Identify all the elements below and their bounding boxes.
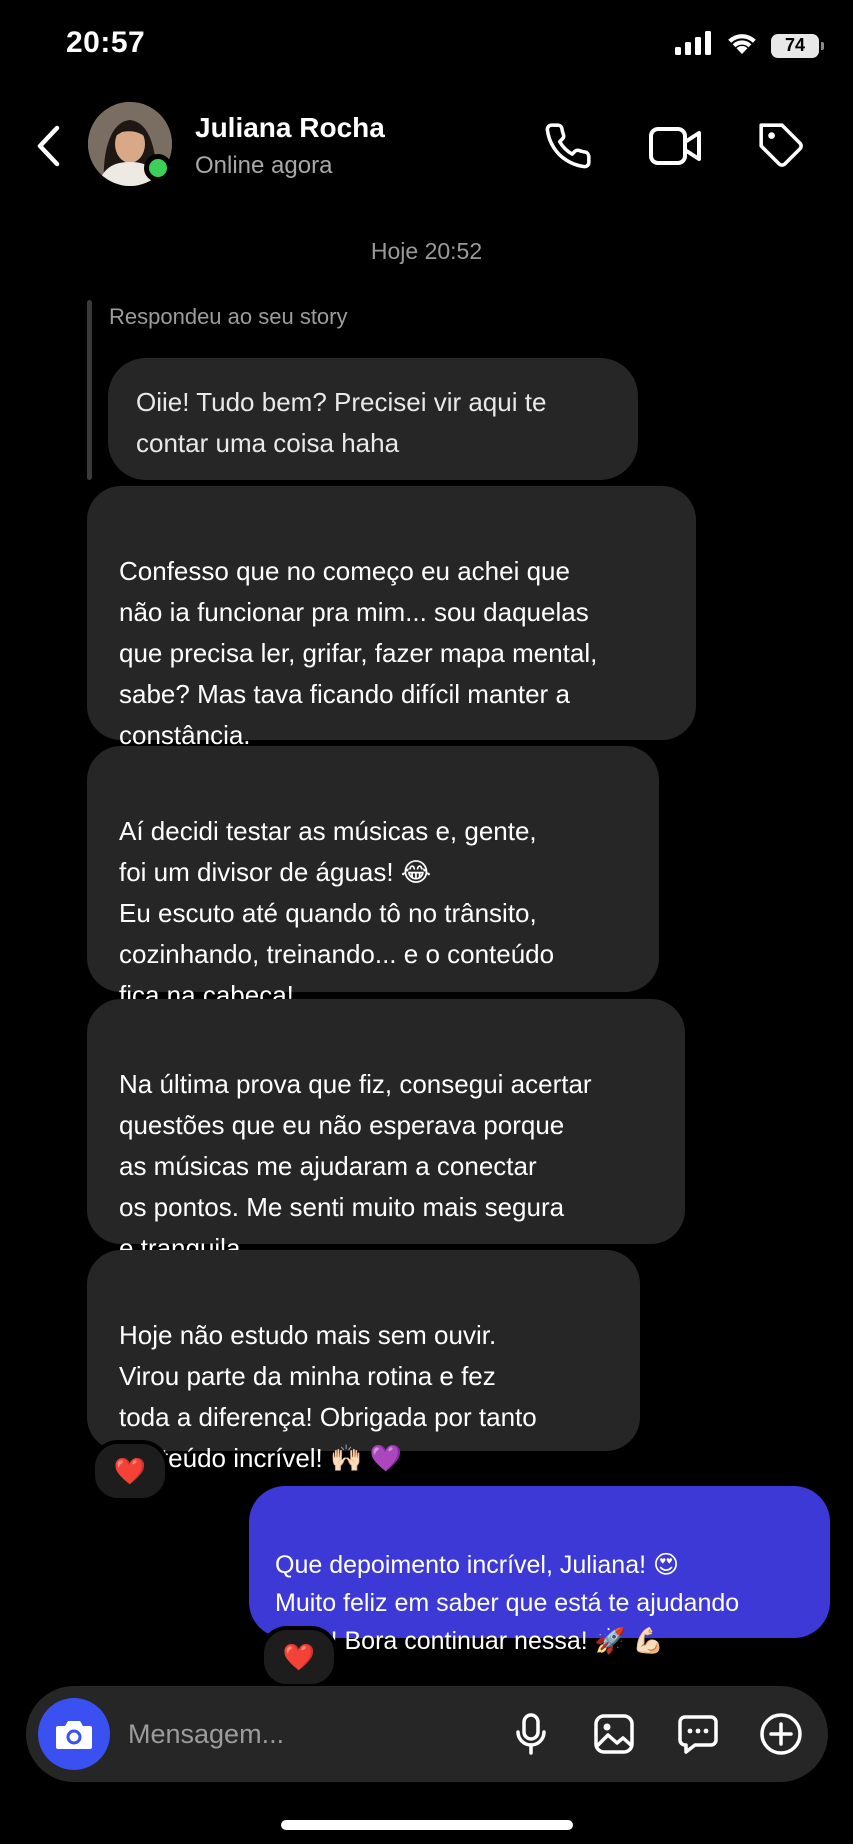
status-bar: 20:57 74 — [0, 0, 853, 90]
camera-button[interactable] — [38, 1698, 110, 1770]
chat-header: Juliana Rocha Online agora — [0, 100, 853, 190]
incoming-message[interactable]: Na última prova que fiz, consegui acerta… — [87, 999, 685, 1263]
message-text: Que depoimento incrível, Juliana! 😍 Muit… — [275, 1551, 740, 1655]
message-composer — [26, 1686, 828, 1782]
microphone-icon — [516, 1713, 546, 1755]
day-timestamp: Hoje 20:52 — [370, 238, 483, 264]
message-reaction[interactable]: ❤️ — [91, 1440, 169, 1502]
tag-button[interactable] — [754, 118, 810, 174]
add-button[interactable] — [755, 1708, 807, 1760]
heart-reaction-icon: ❤️ — [282, 1641, 316, 1672]
message-text: Hoje não estudo mais sem ouvir. Virou pa… — [119, 1320, 537, 1473]
back-button[interactable] — [28, 122, 68, 170]
cellular-signal-icon — [675, 31, 713, 60]
message-reaction[interactable]: ❤️ — [260, 1626, 338, 1688]
image-icon — [594, 1714, 634, 1754]
message-text: Confesso que no começo eu achei que não … — [119, 556, 598, 750]
outgoing-message[interactable]: Que depoimento incrível, Juliana! 😍 Muit… — [249, 1486, 830, 1655]
heart-reaction-icon: ❤️ — [113, 1455, 147, 1486]
online-status-dot — [144, 154, 172, 182]
video-camera-icon — [649, 127, 701, 165]
story-reply-label: Respondeu ao seu story — [109, 304, 348, 329]
voice-call-button[interactable] — [540, 118, 596, 174]
incoming-message[interactable]: Confesso que no começo eu achei que não … — [87, 486, 696, 750]
home-indicator[interactable] — [281, 1820, 573, 1830]
plus-circle-icon — [760, 1713, 802, 1755]
incoming-message[interactable]: Aí decidi testar as músicas e, gente, fo… — [87, 746, 659, 1010]
status-icons: 74 — [675, 30, 824, 61]
video-call-button[interactable] — [647, 118, 703, 174]
message-bubble-icon — [678, 1715, 718, 1754]
gallery-button[interactable] — [588, 1708, 640, 1760]
wifi-icon — [725, 30, 759, 61]
microphone-button[interactable] — [505, 1708, 557, 1760]
chevron-left-icon — [37, 125, 60, 167]
tag-icon — [759, 123, 803, 167]
story-reply-bar — [87, 300, 92, 480]
story-reply-bubble[interactable]: Oiie! Tudo bem? Precisei vir aqui te con… — [108, 358, 638, 480]
message-text: Aí decidi testar as músicas e, gente, fo… — [119, 816, 555, 1010]
battery-icon: 74 — [771, 33, 824, 58]
battery-level: 74 — [784, 35, 806, 55]
status-time: 20:57 — [66, 26, 146, 59]
contact-name[interactable]: Juliana Rocha — [195, 112, 385, 144]
message-text: Oiie! Tudo bem? Precisei vir aqui te con… — [136, 387, 547, 458]
incoming-message[interactable]: Hoje não estudo mais sem ouvir. Virou pa… — [87, 1250, 640, 1473]
sticker-button[interactable] — [672, 1708, 724, 1760]
phone-icon — [545, 123, 591, 169]
message-input[interactable] — [128, 1714, 428, 1754]
message-text: Na última prova que fiz, consegui acerta… — [119, 1069, 592, 1263]
contact-status: Online agora — [195, 152, 333, 179]
camera-icon — [56, 1721, 92, 1749]
